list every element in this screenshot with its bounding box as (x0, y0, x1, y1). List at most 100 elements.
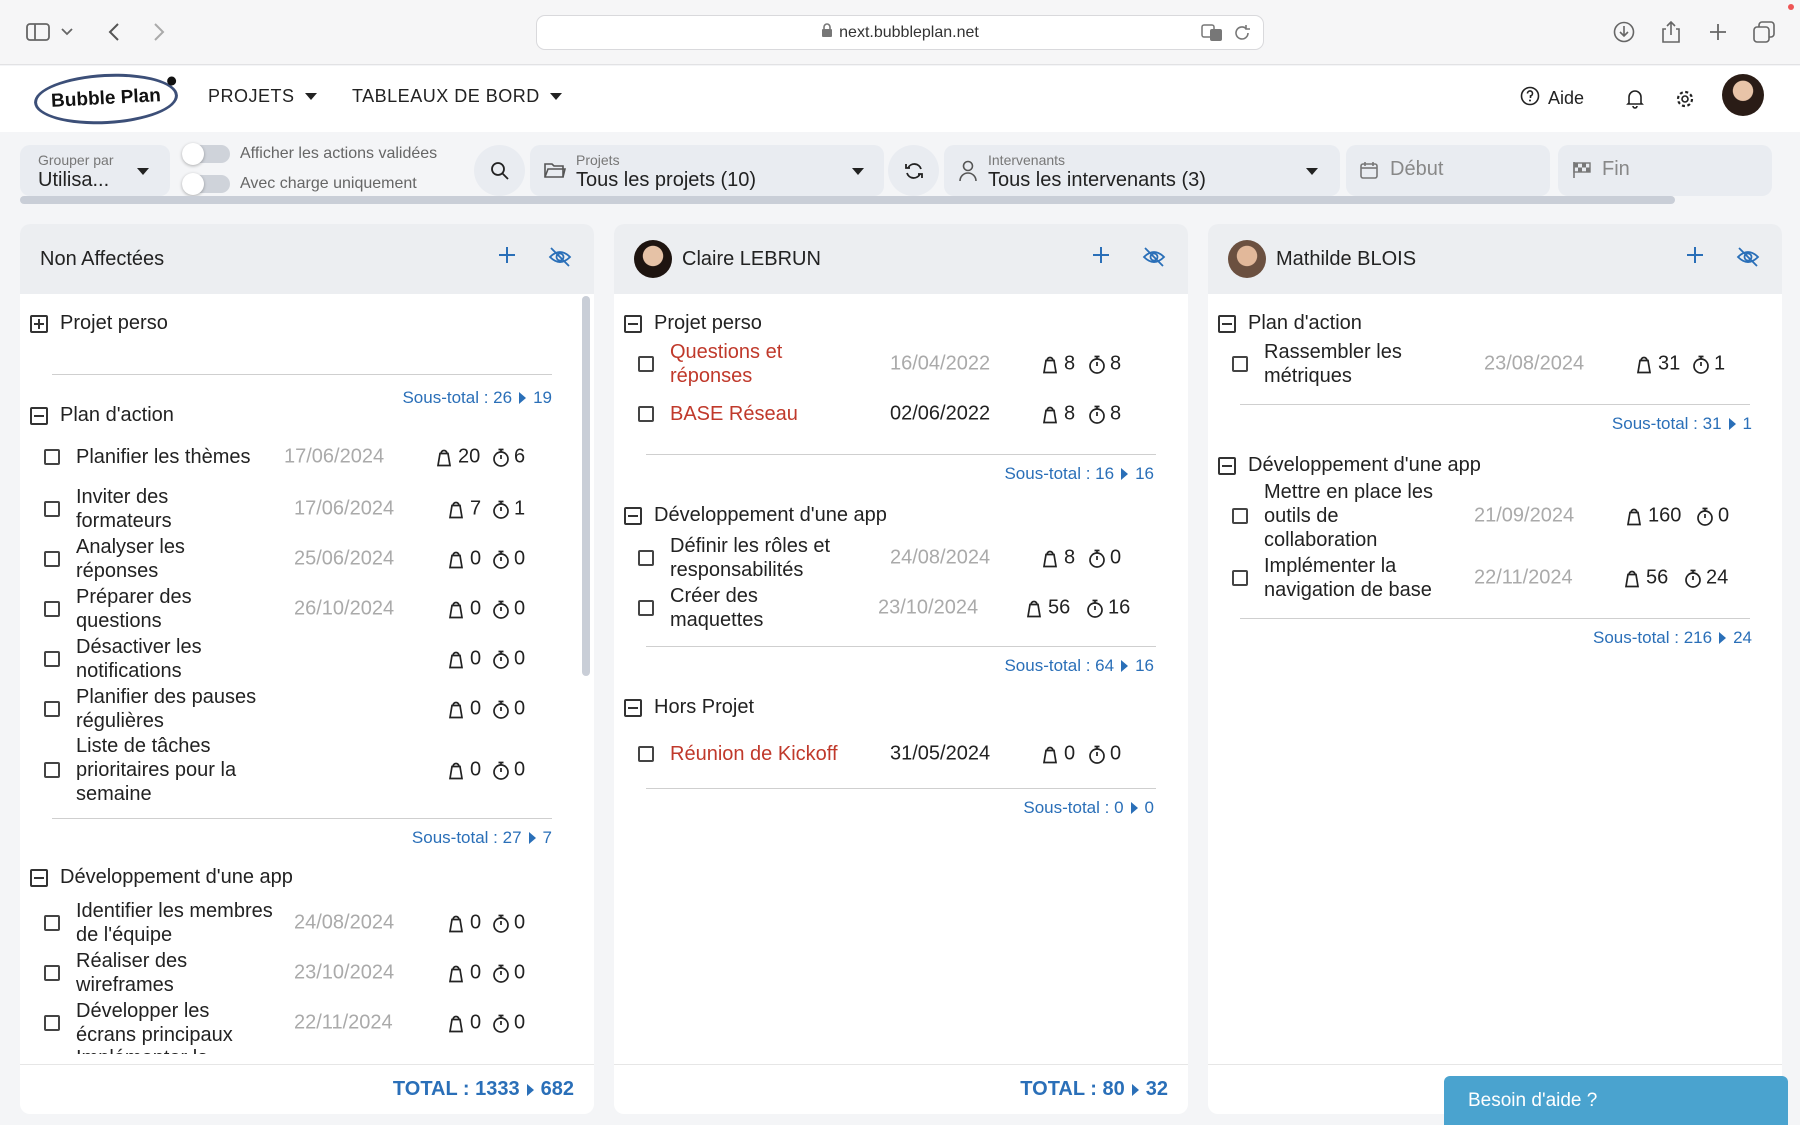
group-header[interactable]: Développement d'une app (624, 504, 887, 527)
forward-icon[interactable] (145, 18, 173, 46)
task-row[interactable]: Réunion de Kickoff 31/05/2024 0 0 (638, 734, 1158, 774)
task-row[interactable]: Implémenter la navigation de base 22/11/… (1232, 552, 1752, 604)
task-name[interactable]: Réaliser des wireframes (76, 949, 226, 997)
task-checkbox[interactable] (638, 550, 654, 566)
hide-eye-icon[interactable] (1142, 246, 1166, 273)
task-checkbox[interactable] (1232, 508, 1248, 524)
start-date-field[interactable]: Début (1346, 145, 1550, 196)
task-checkbox[interactable] (638, 356, 654, 372)
group-header[interactable]: Développement d'une app (1218, 454, 1481, 477)
chevron-down-icon[interactable] (58, 18, 76, 46)
help-link[interactable]: Aide (1520, 86, 1584, 111)
load-only-toggle[interactable]: Avec charge uniquement (182, 173, 417, 195)
projects-select[interactable]: Projets Tous les projets (10) (530, 145, 884, 196)
group-header[interactable]: Projet perso (624, 312, 762, 335)
task-row[interactable]: Identifier les membres de l'équipe 24/08… (44, 898, 564, 948)
collapse-icon[interactable] (1218, 456, 1236, 475)
task-name[interactable]: Identifier les membres de l'équipe (76, 899, 276, 947)
refresh-button[interactable] (888, 145, 939, 196)
group-header[interactable]: Hors Projet (624, 696, 754, 719)
tabs-overview-icon[interactable] (1750, 18, 1778, 46)
people-select[interactable]: Intervenants Tous les intervenants (3) (944, 145, 1340, 196)
task-name[interactable]: Créer des maquettes (670, 584, 820, 632)
task-row[interactable]: Planifier des pauses régulières 0 0 (44, 684, 564, 734)
expand-icon[interactable] (30, 314, 48, 333)
bell-icon[interactable] (1620, 84, 1650, 114)
task-checkbox[interactable] (44, 915, 60, 931)
horizontal-scrollbar[interactable] (20, 196, 1675, 204)
back-icon[interactable] (100, 18, 128, 46)
address-bar[interactable]: next.bubbleplan.net (536, 15, 1264, 50)
group-by-select[interactable]: Grouper par Utilisa... (20, 145, 170, 196)
task-name[interactable]: Réunion de Kickoff (670, 742, 890, 766)
task-checkbox[interactable] (44, 651, 60, 667)
task-row[interactable]: Implémenter la (44, 1046, 564, 1054)
task-name[interactable]: Inviter des formateurs (76, 485, 226, 533)
task-checkbox[interactable] (44, 449, 60, 465)
task-checkbox[interactable] (1232, 356, 1248, 372)
toggle-switch[interactable] (182, 143, 230, 165)
task-row[interactable]: Planifier les thèmes 17/06/2024 20 6 (44, 434, 564, 480)
hide-eye-icon[interactable] (548, 246, 572, 273)
task-name[interactable]: Implémenter la (76, 1046, 276, 1054)
group-header[interactable]: Projet perso (30, 312, 168, 335)
task-row[interactable]: Liste de tâches prioritaires pour la sem… (44, 734, 564, 806)
task-name[interactable]: Rassembler les métriques (1264, 340, 1444, 388)
task-checkbox[interactable] (638, 406, 654, 422)
end-date-field[interactable]: Fin (1558, 145, 1772, 196)
download-icon[interactable] (1610, 18, 1638, 46)
group-header[interactable]: Plan d'action (30, 404, 174, 427)
gear-icon[interactable] (1670, 84, 1700, 114)
add-task-icon[interactable] (1686, 246, 1704, 269)
task-row[interactable]: Analyser les réponses 25/06/2024 0 0 (44, 534, 564, 584)
task-row[interactable]: Réaliser des wireframes 23/10/2024 0 0 (44, 948, 564, 998)
task-checkbox[interactable] (44, 551, 60, 567)
task-name[interactable]: Questions et réponses (670, 340, 820, 388)
user-avatar[interactable] (1722, 74, 1764, 116)
translate-icon[interactable] (1201, 24, 1223, 47)
task-name[interactable]: Planifier des pauses régulières (76, 685, 276, 733)
task-row[interactable]: Créer des maquettes 23/10/2024 56 16 (638, 582, 1158, 634)
task-name[interactable]: BASE Réseau (670, 402, 870, 426)
task-checkbox[interactable] (44, 601, 60, 617)
nav-tableaux-de-bord[interactable]: TABLEAUX DE BORD (352, 86, 562, 107)
task-name[interactable]: Planifier les thèmes (76, 445, 276, 469)
task-checkbox[interactable] (1232, 570, 1248, 586)
reload-icon[interactable] (1233, 24, 1251, 47)
search-button[interactable] (474, 145, 525, 196)
share-icon[interactable] (1657, 18, 1685, 46)
group-header[interactable]: Plan d'action (1218, 312, 1362, 335)
task-checkbox[interactable] (638, 600, 654, 616)
collapse-icon[interactable] (30, 406, 48, 425)
collapse-icon[interactable] (624, 314, 642, 333)
task-name[interactable]: Définir les rôles et responsabilités (670, 534, 870, 582)
new-tab-icon[interactable] (1704, 18, 1732, 46)
group-header[interactable]: Développement d'une app (30, 866, 293, 889)
task-name[interactable]: Désactiver les notifications (76, 635, 226, 683)
task-checkbox[interactable] (44, 701, 60, 717)
vertical-scrollbar[interactable] (582, 296, 590, 676)
task-name[interactable]: Liste de tâches prioritaires pour la sem… (76, 734, 266, 806)
task-name[interactable]: Préparer des questions (76, 585, 226, 633)
nav-projets[interactable]: PROJETS (208, 86, 317, 107)
task-row[interactable]: Définir les rôles et responsabilités 24/… (638, 532, 1158, 584)
add-task-icon[interactable] (498, 246, 516, 269)
validated-actions-toggle[interactable]: Afficher les actions validées (182, 143, 437, 165)
collapse-icon[interactable] (30, 868, 48, 887)
task-name[interactable]: Développer les écrans principaux (76, 999, 256, 1047)
task-checkbox[interactable] (44, 1015, 60, 1031)
task-row[interactable]: Développer les écrans principaux 22/11/2… (44, 998, 564, 1048)
task-row[interactable]: Désactiver les notifications 0 0 (44, 634, 564, 684)
task-row[interactable]: BASE Réseau 02/06/2022 8 8 (638, 394, 1158, 434)
task-checkbox[interactable] (44, 762, 60, 778)
toggle-switch[interactable] (182, 173, 230, 195)
task-row[interactable]: Inviter des formateurs 17/06/2024 7 1 (44, 484, 564, 534)
task-name[interactable]: Implémenter la navigation de base (1264, 554, 1464, 602)
sidebar-toggle-icon[interactable] (24, 18, 52, 46)
task-checkbox[interactable] (44, 965, 60, 981)
task-row[interactable]: Questions et réponses 16/04/2022 8 8 (638, 338, 1158, 390)
task-row[interactable]: Mettre en place les outils de collaborat… (1232, 480, 1752, 552)
task-checkbox[interactable] (44, 501, 60, 517)
add-task-icon[interactable] (1092, 246, 1110, 269)
task-name[interactable]: Mettre en place les outils de collaborat… (1264, 480, 1444, 552)
